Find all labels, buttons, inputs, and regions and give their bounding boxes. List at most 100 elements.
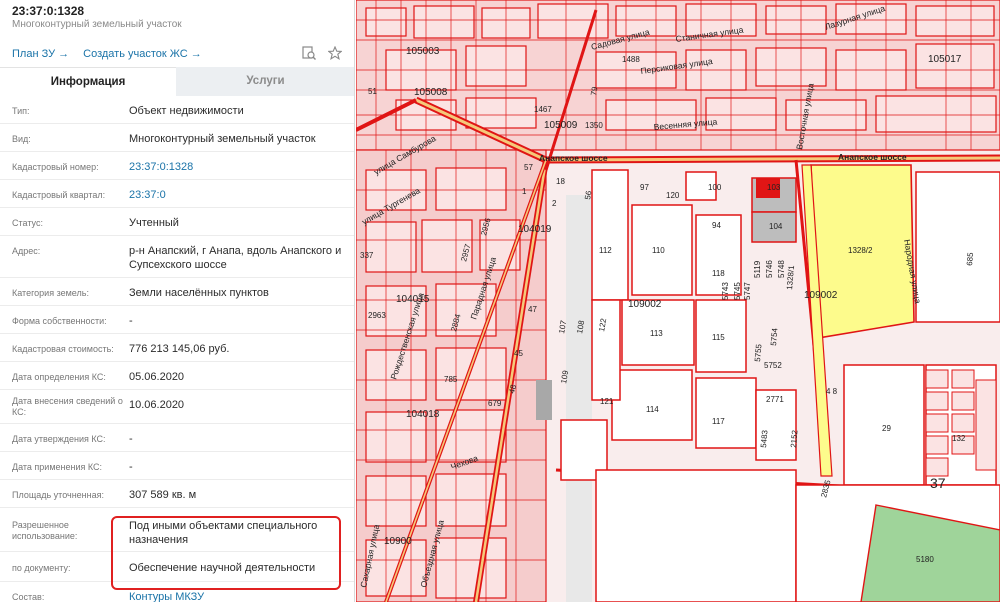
parcel-label: 5180 xyxy=(916,555,934,564)
row-label: Дата внесения сведений о КС: xyxy=(12,396,123,417)
quarter-label: 104015 xyxy=(396,294,430,305)
row-label: Форма собственности: xyxy=(12,316,107,326)
parcel-label: 5746 xyxy=(765,260,774,278)
row-label: Категория земель: xyxy=(12,288,89,298)
parcel-label: 103 xyxy=(767,183,781,192)
cadastral-map[interactable]: Анапское шоссе Анапское шоссе Садовая ул… xyxy=(356,0,1000,602)
header-links: План ЗУ → Создать участок ЖС → xyxy=(12,48,202,60)
parcel-label: 100 xyxy=(708,183,722,192)
parcel-label: 18 xyxy=(556,177,565,186)
row-value: Обеспечение научной деятельности xyxy=(129,562,316,574)
parcel-label: 132 xyxy=(952,434,966,443)
row-cadastral-number: Кадастровый номер: 23:37:0:1328 xyxy=(0,152,354,180)
row-label: Статус: xyxy=(12,218,43,228)
parcel-label: 2152 xyxy=(789,429,800,448)
parcel-label: 5747 xyxy=(743,282,752,300)
quarter-label: 105017 xyxy=(928,54,962,65)
parcel-label: 118 xyxy=(712,269,725,278)
parcel-label: 117 xyxy=(712,417,725,426)
row-value: - xyxy=(129,433,133,445)
parcel-label: 2963 xyxy=(368,311,386,320)
row-land-category: Категория земель: Земли населённых пункт… xyxy=(0,278,354,306)
create-plot-link[interactable]: Создать участок ЖС → xyxy=(83,48,202,60)
row-cadastral-quarter: Кадастровый квартал: 23:37:0 xyxy=(0,180,354,208)
parcel-label: 5119 xyxy=(753,260,762,278)
row-application-date: Дата применения КС: - xyxy=(0,452,354,480)
row-cadastral-value: Кадастровая стоимость: 776 213 145,06 ру… xyxy=(0,334,354,362)
plan-link[interactable]: План ЗУ → xyxy=(12,48,69,60)
row-permitted-use: Разрешенное использование: Под иными объ… xyxy=(0,508,354,552)
quarter-label: 105009 xyxy=(544,120,578,131)
parcel-label: 47 xyxy=(528,305,537,314)
cadastral-number-link[interactable]: 23:37:0:1328 xyxy=(129,160,344,174)
parcel-label: 5755 xyxy=(753,343,764,362)
gray-strip xyxy=(566,195,592,602)
row-value: Земли населённых пунктов xyxy=(129,287,269,299)
parcel-title: 23:37:0:1328 xyxy=(12,4,85,18)
parcel-label: 1488 xyxy=(622,55,640,64)
parcel-label: 29 xyxy=(882,424,891,433)
parcel-subtitle: Многоконтурный земельный участок xyxy=(12,19,182,30)
info-panel: 23:37:0:1328 Многоконтурный земельный уч… xyxy=(0,0,355,602)
row-area: Площадь уточненная: 307 589 кв. м xyxy=(0,480,354,508)
cadastral-quarter-link[interactable]: 23:37:0 xyxy=(129,188,344,202)
parcel-label: 115 xyxy=(712,333,725,342)
parcel-label: 5748 xyxy=(777,260,786,278)
parcel-label: 121 xyxy=(600,397,614,406)
row-value: Под иными объектами специального назначе… xyxy=(129,520,318,546)
parcel-label: 5743 xyxy=(721,282,730,300)
parcel-label: 113 xyxy=(650,329,663,338)
row-label: Дата утверждения КС: xyxy=(12,434,106,444)
star-icon[interactable] xyxy=(328,46,342,60)
row-by-document: по документу: Обеспечение научной деятел… xyxy=(0,552,354,582)
parcel-label: 5483 xyxy=(759,429,770,448)
composition-link[interactable]: Контуры МКЗУ xyxy=(129,590,344,602)
row-value-date: Дата определения КС: 05.06.2020 xyxy=(0,362,354,390)
search-plan-icon[interactable] xyxy=(302,46,316,60)
row-label: Состав: xyxy=(12,592,45,602)
parcel-label: 785 xyxy=(444,375,458,384)
row-value: Многоконтурный земельный участок xyxy=(129,133,316,145)
row-ownership: Форма собственности: - xyxy=(0,306,354,334)
quarter-label: 104019 xyxy=(518,224,552,235)
parcel-label: 1328/2 xyxy=(848,246,873,255)
quarter-label: 105008 xyxy=(414,87,448,98)
tabs: Информация Услуги xyxy=(0,67,354,96)
parcel-label: 4 8 xyxy=(826,387,838,396)
row-label: Тип: xyxy=(12,106,30,116)
street-label: Анапское шоссе xyxy=(838,152,907,162)
parcel-label: 112 xyxy=(599,246,612,255)
parcel-label: 2 xyxy=(552,199,557,208)
street-label: Анапское шоссе xyxy=(539,153,608,163)
quarter-label: 105003 xyxy=(406,46,440,57)
row-value: 05.06.2020 xyxy=(129,371,185,383)
gray-block xyxy=(536,380,552,420)
parcel-label: 5745 xyxy=(733,282,742,300)
row-type: Тип: Объект недвижимости xyxy=(0,96,354,124)
row-label: Дата определения КС: xyxy=(12,372,106,382)
header-icons xyxy=(302,46,342,60)
row-approval-date: Дата утверждения КС: - xyxy=(0,424,354,452)
quarter-label: 10900 xyxy=(384,536,412,547)
parcel-label: 685 xyxy=(965,252,975,267)
tab-info[interactable]: Информация xyxy=(0,67,176,96)
quarter-label: 109002 xyxy=(628,299,662,310)
parcel-label: 114 xyxy=(646,405,659,414)
row-value: Учтенный xyxy=(129,217,179,229)
row-label: Площадь уточненная: xyxy=(12,490,104,500)
parcel-label: 5752 xyxy=(764,361,782,370)
row-label: Кадастровая стоимость: xyxy=(12,344,114,354)
row-value: - xyxy=(129,461,133,473)
parcel-label: 110 xyxy=(652,246,665,255)
parcel-label: 94 xyxy=(712,221,721,230)
parcel-label: 1467 xyxy=(534,105,552,114)
row-value: 10.06.2020 xyxy=(129,399,185,411)
quarter-label: 109002 xyxy=(804,290,838,301)
quarter-label: 104018 xyxy=(406,409,440,420)
parcel-label: 45 xyxy=(514,349,523,358)
row-label: Разрешенное использование: xyxy=(12,520,78,541)
parcel-label: 2771 xyxy=(766,395,784,404)
parcel-label: 679 xyxy=(488,399,502,408)
tab-services[interactable]: Услуги xyxy=(176,67,354,96)
map-canvas[interactable]: Анапское шоссе Анапское шоссе Садовая ул… xyxy=(356,0,1000,602)
